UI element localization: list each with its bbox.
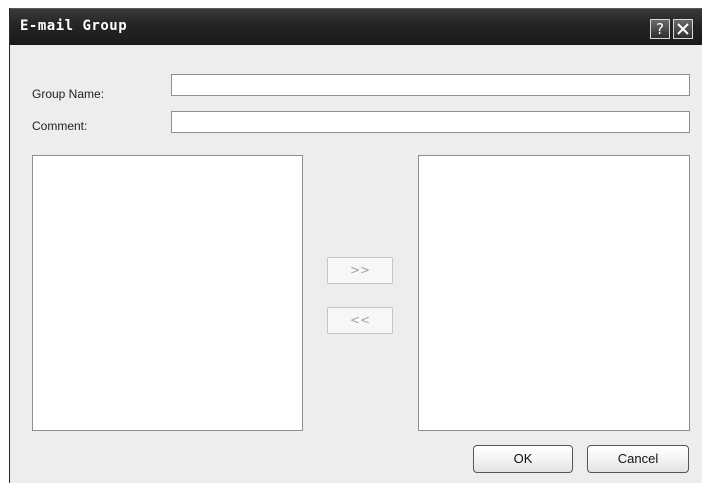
question-mark-icon: ? <box>656 20 664 38</box>
available-addresses-list[interactable] <box>32 155 303 431</box>
remove-from-group-label: << <box>349 313 371 327</box>
group-name-input[interactable] <box>171 74 690 96</box>
remove-from-group-button[interactable]: << <box>327 307 393 334</box>
email-group-dialog: E-mail Group ? Group Name: Comment: >> <… <box>9 8 702 483</box>
close-x-icon <box>677 23 689 35</box>
add-to-group-button[interactable]: >> <box>327 257 393 284</box>
cancel-button[interactable]: Cancel <box>587 445 689 473</box>
ok-button[interactable]: OK <box>473 445 573 473</box>
dialog-title: E-mail Group <box>20 18 128 34</box>
comment-label: Comment: <box>32 119 88 133</box>
add-to-group-label: >> <box>349 263 371 277</box>
ok-button-label: OK <box>513 451 533 466</box>
close-button[interactable] <box>673 19 693 39</box>
group-name-label: Group Name: <box>32 87 105 101</box>
help-button[interactable]: ? <box>650 19 670 39</box>
cancel-button-label: Cancel <box>617 451 659 466</box>
group-members-list[interactable] <box>418 155 690 431</box>
comment-input[interactable] <box>171 111 690 133</box>
title-bar[interactable]: E-mail Group ? <box>10 8 702 45</box>
